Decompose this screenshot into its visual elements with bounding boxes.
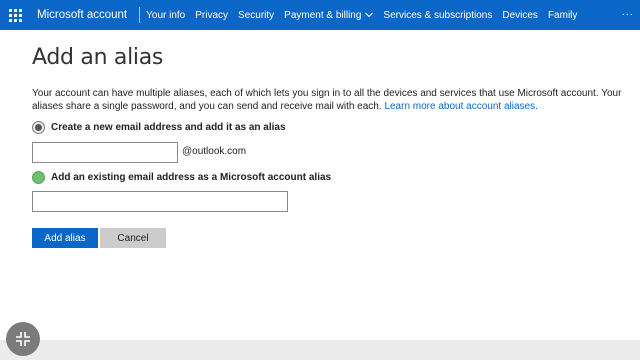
top-navigation-bar: Microsoft account Your info Privacy Secu… bbox=[0, 0, 640, 30]
option-new-email-label: Create a new email address and add it as… bbox=[51, 122, 286, 133]
app-launcher-button[interactable] bbox=[0, 0, 30, 30]
option-existing-email-label: Add an existing email address as a Micro… bbox=[51, 172, 332, 183]
main-nav: Your info Privacy Security Payment & bil… bbox=[146, 10, 587, 21]
nav-your-info[interactable]: Your info bbox=[146, 10, 185, 21]
nav-services-subscriptions[interactable]: Services & subscriptions bbox=[383, 10, 492, 21]
page-description: Your account can have multiple aliases, … bbox=[32, 87, 632, 113]
chevron-down-icon bbox=[365, 11, 374, 20]
option-new-email[interactable]: Create a new email address and add it as… bbox=[32, 121, 286, 134]
existing-email-input[interactable] bbox=[32, 191, 288, 212]
waffle-icon bbox=[8, 8, 22, 22]
option-existing-email[interactable]: Add an existing email address as a Micro… bbox=[32, 171, 331, 184]
nav-privacy[interactable]: Privacy bbox=[195, 10, 228, 21]
cancel-button[interactable]: Cancel bbox=[100, 228, 166, 248]
nav-payment-billing-label: Payment & billing bbox=[284, 9, 362, 21]
add-alias-button[interactable]: Add alias bbox=[32, 228, 98, 248]
radio-existing-email[interactable] bbox=[32, 171, 45, 184]
footer-bar bbox=[0, 340, 640, 360]
domain-suffix: @outlook.com bbox=[182, 146, 247, 157]
more-options-button[interactable]: · · · bbox=[621, 9, 633, 20]
nav-family[interactable]: Family bbox=[548, 10, 577, 21]
collapse-button[interactable] bbox=[6, 322, 40, 356]
radio-new-email[interactable] bbox=[32, 121, 45, 134]
nav-devices[interactable]: Devices bbox=[502, 10, 538, 21]
nav-security[interactable]: Security bbox=[238, 10, 274, 21]
learn-more-link[interactable]: Learn more about account aliases. bbox=[384, 101, 537, 112]
nav-payment-billing[interactable]: Payment & billing bbox=[284, 9, 374, 21]
brand-link[interactable]: Microsoft account bbox=[37, 9, 127, 21]
radio-selected-dot bbox=[35, 124, 42, 131]
new-email-input[interactable] bbox=[32, 142, 178, 163]
collapse-arrows-icon bbox=[16, 332, 30, 346]
page-title: Add an alias bbox=[32, 45, 164, 70]
brand-divider bbox=[139, 7, 141, 23]
